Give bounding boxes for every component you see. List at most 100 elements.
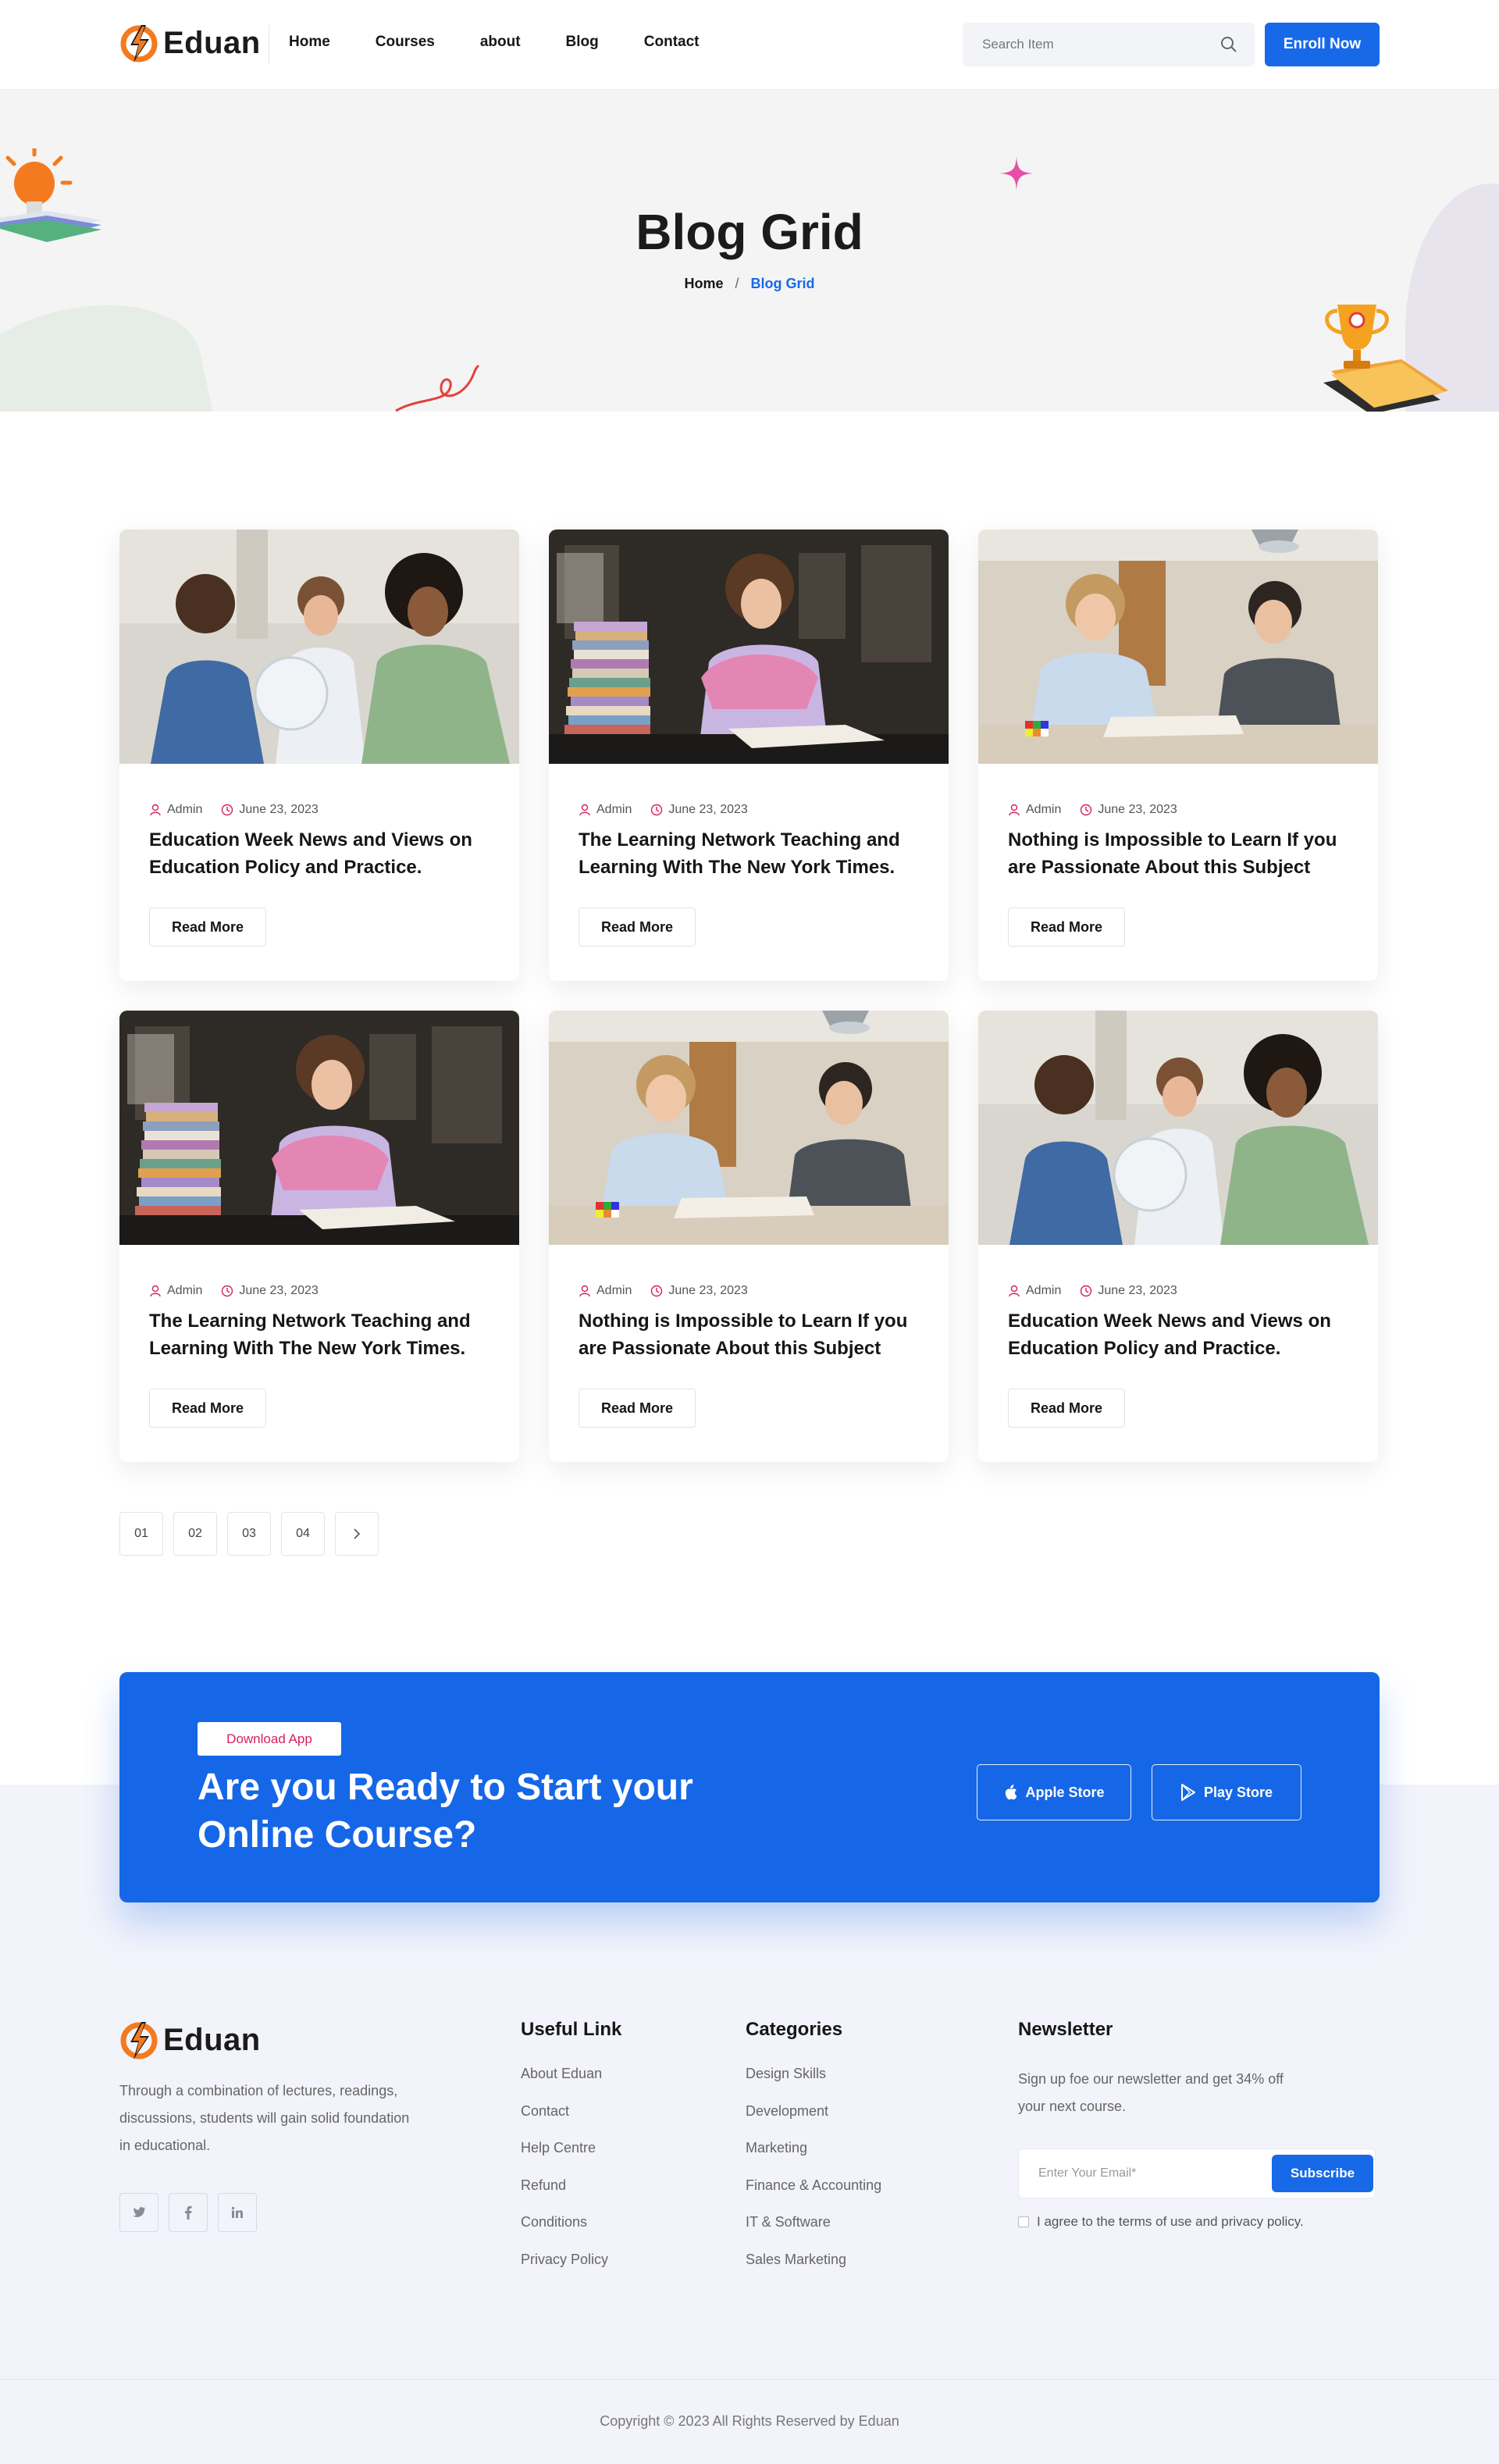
post-title[interactable]: Education Week News and Views on Educati…: [149, 826, 493, 881]
blog-card-image[interactable]: [978, 530, 1378, 764]
user-icon: [1009, 1285, 1020, 1297]
post-title[interactable]: The Learning Network Teaching and Learni…: [149, 1307, 493, 1362]
blog-card[interactable]: Admin June 23, 2023 Nothing is Impossible …: [549, 1011, 949, 1462]
post-author: Admin: [579, 1284, 632, 1298]
download-app-banner: Download App Are you Ready to Start your…: [119, 1672, 1380, 1902]
blog-card[interactable]: Admin June 23, 2023 Nothing is Impossible …: [978, 530, 1378, 981]
newsletter-text: Sign up foe our newsletter and get 34% o…: [1018, 2071, 1284, 2114]
footer-divider: [0, 2379, 1499, 2380]
download-app-tag: Download App: [198, 1722, 341, 1756]
logo-icon: [120, 2022, 158, 2059]
category-link[interactable]: Marketing: [746, 2140, 881, 2177]
footer-link[interactable]: Refund: [521, 2177, 621, 2215]
search-icon[interactable]: [1220, 36, 1237, 53]
user-icon: [150, 804, 161, 816]
category-link[interactable]: IT & Software: [746, 2214, 881, 2252]
page-4-button[interactable]: 04: [281, 1512, 325, 1556]
enroll-now-button[interactable]: Enroll Now: [1265, 23, 1380, 66]
read-more-button[interactable]: Read More: [1008, 908, 1125, 947]
newsletter-email-field[interactable]: Enter Your Email* Subscribe: [1018, 2148, 1376, 2198]
author-name: Admin: [167, 1284, 203, 1297]
footer-description: Through a combination of lectures, readi…: [119, 2083, 410, 2153]
blog-card[interactable]: Admin June 23, 2023 The Learning Network T…: [549, 530, 949, 981]
read-more-button[interactable]: Read More: [1008, 1389, 1125, 1428]
blog-card-image[interactable]: [549, 530, 949, 764]
post-date: June 23, 2023: [221, 1284, 319, 1298]
cta-heading: Are you Ready to Start your Online Cours…: [198, 1767, 693, 1856]
brand-logo[interactable]: Eduan: [119, 22, 261, 64]
blog-card[interactable]: Admin June 23, 2023 Education Week News an…: [119, 530, 519, 981]
nav-about[interactable]: about: [480, 34, 521, 51]
blog-card-image[interactable]: [119, 530, 519, 764]
post-title[interactable]: Education Week News and Views on Educati…: [1008, 1307, 1351, 1362]
post-date: June 23, 2023: [650, 1284, 748, 1298]
nav-blog[interactable]: Blog: [566, 34, 599, 51]
search-input[interactable]: Search Item: [963, 23, 1255, 66]
linkedin-icon[interactable]: [218, 2193, 257, 2232]
page-3-button[interactable]: 03: [227, 1512, 271, 1556]
nav-courses[interactable]: Courses: [376, 34, 435, 51]
footer-logo[interactable]: Eduan: [119, 2019, 261, 2061]
footer-link[interactable]: Help Centre: [521, 2140, 621, 2177]
post-meta: Admin June 23, 2023: [149, 803, 319, 817]
post-author: Admin: [1008, 803, 1061, 817]
page-1-button[interactable]: 01: [119, 1512, 163, 1556]
category-link[interactable]: Development: [746, 2103, 881, 2141]
footer-link[interactable]: Privacy Policy: [521, 2252, 621, 2289]
category-link[interactable]: Sales Marketing: [746, 2252, 881, 2289]
category-link[interactable]: Design Skills: [746, 2066, 881, 2103]
post-title[interactable]: The Learning Network Teaching and Learni…: [579, 826, 922, 881]
subscribe-button[interactable]: Subscribe: [1272, 2155, 1373, 2192]
post-meta: Admin June 23, 2023: [579, 1284, 748, 1298]
blog-card-image[interactable]: [119, 1011, 519, 1245]
blog-card[interactable]: Admin June 23, 2023 The Learning Network T…: [119, 1011, 519, 1462]
next-page-button[interactable]: [335, 1512, 379, 1556]
clock-icon: [1081, 804, 1092, 816]
page-2-button[interactable]: 02: [173, 1512, 217, 1556]
footer-link[interactable]: About Eduan: [521, 2066, 621, 2103]
terms-checkbox[interactable]: [1018, 2216, 1029, 2227]
clock-icon: [1081, 1285, 1092, 1297]
trophy-books-icon: [1323, 305, 1448, 412]
blog-card-image[interactable]: [978, 1011, 1378, 1245]
post-date: June 23, 2023: [1080, 1284, 1177, 1298]
breadcrumb: Home / Blog Grid: [0, 276, 1499, 292]
post-meta: Admin June 23, 2023: [1008, 1284, 1177, 1298]
date-text: June 23, 2023: [239, 1284, 319, 1297]
read-more-button[interactable]: Read More: [579, 908, 696, 947]
play-store-icon: [1180, 1784, 1195, 1801]
date-text: June 23, 2023: [1098, 803, 1177, 816]
date-text: June 23, 2023: [1098, 1284, 1177, 1297]
squiggle-icon: [395, 364, 480, 412]
read-more-button[interactable]: Read More: [579, 1389, 696, 1428]
read-more-button[interactable]: Read More: [149, 908, 266, 947]
date-text: June 23, 2023: [668, 803, 748, 816]
post-meta: Admin June 23, 2023: [149, 1284, 319, 1298]
facebook-icon[interactable]: [169, 2193, 208, 2232]
useful-links-title: Useful Link: [521, 2019, 622, 2040]
breadcrumb-home[interactable]: Home: [684, 276, 723, 291]
twitter-icon[interactable]: [119, 2193, 158, 2232]
date-text: June 23, 2023: [239, 803, 319, 816]
clock-icon: [222, 804, 233, 816]
breadcrumb-separator: /: [735, 276, 739, 291]
post-title[interactable]: Nothing is Impossible to Learn If you ar…: [579, 1307, 922, 1362]
apple-store-label: Apple Store: [1025, 1784, 1105, 1800]
blog-card-image[interactable]: [549, 1011, 949, 1245]
date-text: June 23, 2023: [668, 1284, 748, 1297]
read-more-button[interactable]: Read More: [149, 1389, 266, 1428]
play-store-button[interactable]: Play Store: [1152, 1764, 1301, 1820]
sparkle-icon: [999, 156, 1034, 191]
user-icon: [579, 1285, 590, 1297]
nav-contact[interactable]: Contact: [644, 34, 700, 51]
post-title[interactable]: Nothing is Impossible to Learn If you ar…: [1008, 826, 1351, 881]
blog-card[interactable]: Admin June 23, 2023 Education Week News an…: [978, 1011, 1378, 1462]
footer-link[interactable]: Conditions: [521, 2214, 621, 2252]
categories-column: Categories Design Skills Development Mar…: [746, 2019, 881, 2289]
apple-store-button[interactable]: Apple Store: [977, 1764, 1131, 1820]
post-date: June 23, 2023: [1080, 803, 1177, 817]
post-author: Admin: [1008, 1284, 1061, 1298]
footer-link[interactable]: Contact: [521, 2103, 621, 2141]
category-link[interactable]: Finance & Accounting: [746, 2177, 881, 2215]
nav-home[interactable]: Home: [289, 34, 330, 51]
